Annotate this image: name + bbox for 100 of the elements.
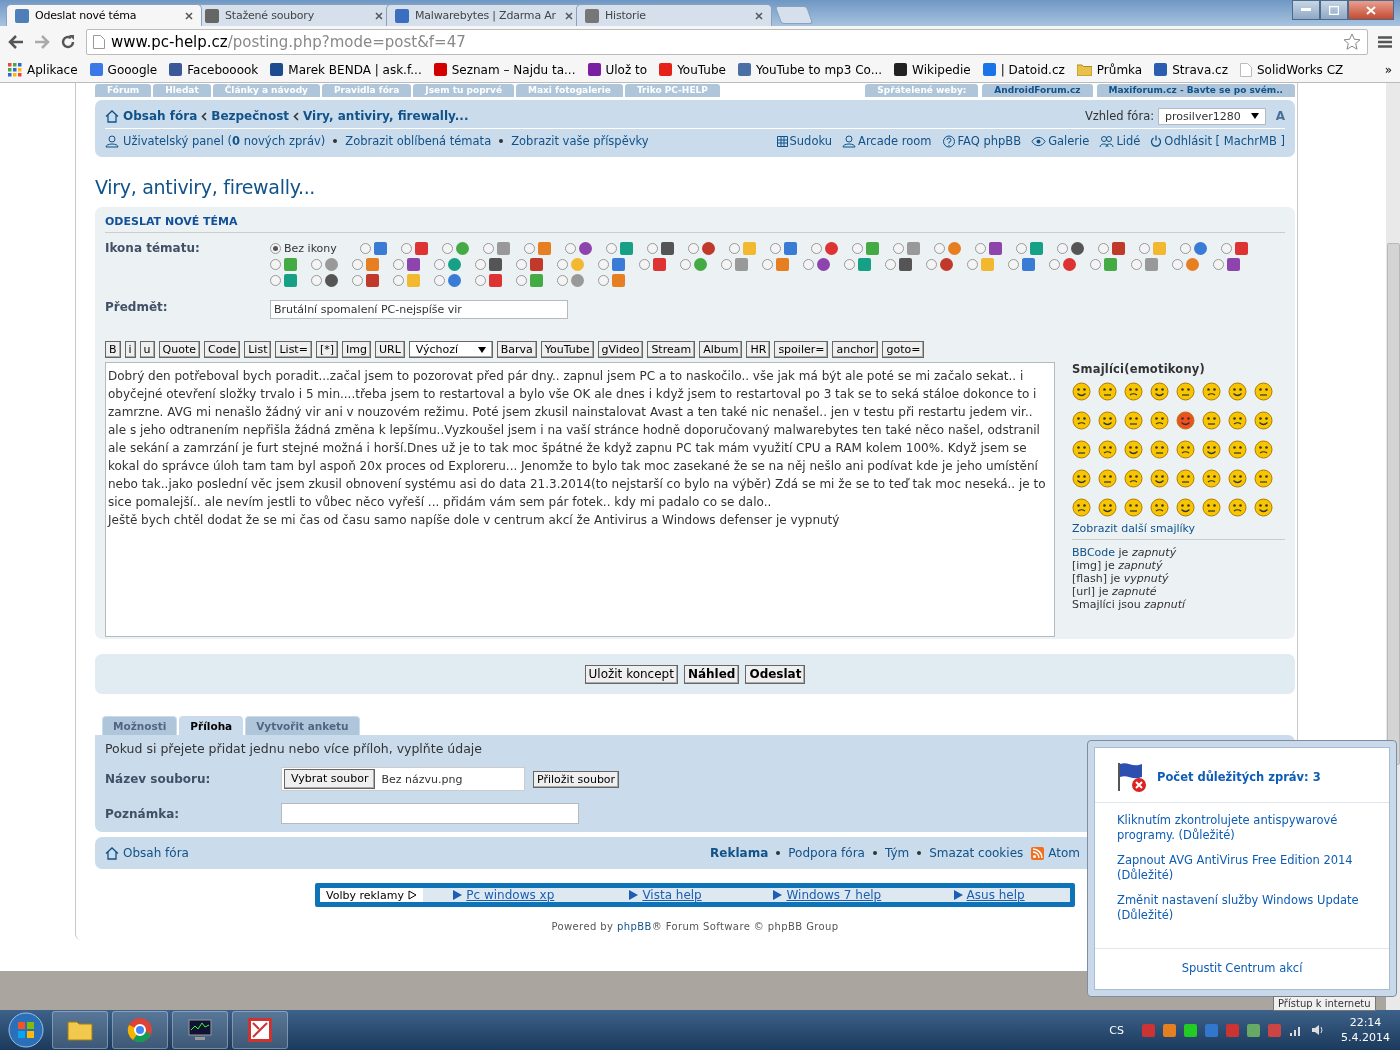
radio-button[interactable] bbox=[311, 259, 322, 270]
radio-button[interactable] bbox=[885, 259, 896, 270]
radio-button[interactable] bbox=[1180, 243, 1191, 254]
topic-emblem-icon[interactable] bbox=[702, 242, 715, 255]
format-button[interactable]: i bbox=[124, 341, 136, 358]
notification-link[interactable]: Zapnout AVG AntiVirus Free Edition 2014 (Důležité) bbox=[1117, 853, 1367, 883]
smiley-icon[interactable] bbox=[1072, 497, 1091, 517]
radio-button[interactable] bbox=[401, 243, 412, 254]
radio-button[interactable] bbox=[516, 275, 527, 286]
reload-icon[interactable] bbox=[60, 33, 76, 50]
link[interactable]: Tým bbox=[884, 846, 910, 860]
link[interactable]: Obsah fóra bbox=[105, 846, 189, 860]
format-button[interactable]: spoiler= bbox=[774, 341, 829, 358]
smiley-icon[interactable] bbox=[1176, 497, 1195, 517]
bookmark[interactable]: Gooogle bbox=[89, 62, 158, 77]
browser-tab[interactable]: Odeslat nové téma bbox=[6, 4, 202, 26]
radio-button[interactable] bbox=[844, 259, 855, 270]
radio-button[interactable] bbox=[926, 259, 937, 270]
tray-icon[interactable] bbox=[1226, 1023, 1239, 1037]
format-button[interactable]: Barva bbox=[496, 341, 537, 358]
radio-button[interactable] bbox=[270, 259, 281, 270]
smiley-icon[interactable] bbox=[1072, 410, 1091, 430]
format-button[interactable]: u bbox=[139, 341, 155, 358]
radio-button[interactable] bbox=[442, 243, 453, 254]
comment-field[interactable] bbox=[281, 803, 579, 824]
format-button[interactable]: List bbox=[244, 341, 272, 358]
smiley-icon[interactable] bbox=[1202, 468, 1221, 488]
format-button[interactable]: gVideo bbox=[597, 341, 644, 358]
radio-button[interactable] bbox=[557, 259, 568, 270]
smiley-icon[interactable] bbox=[1202, 497, 1221, 517]
smiley-icon[interactable] bbox=[1072, 439, 1091, 459]
ad-link[interactable]: Pc windows xp bbox=[422, 888, 585, 902]
tab[interactable]: Příloha bbox=[179, 716, 244, 735]
clock[interactable]: 22:14 5.4.2014 bbox=[1341, 1015, 1390, 1045]
radio-button[interactable] bbox=[1016, 243, 1027, 254]
smiley-icon[interactable] bbox=[1124, 381, 1143, 401]
bookmark[interactable]: Wikipedie bbox=[894, 62, 971, 77]
minimize-button[interactable] bbox=[1292, 0, 1320, 20]
topic-emblem-icon[interactable] bbox=[899, 258, 912, 271]
more-bookmarks-button[interactable]: » bbox=[1384, 62, 1392, 77]
radio-button[interactable] bbox=[647, 243, 658, 254]
radio-button[interactable] bbox=[1008, 259, 1019, 270]
taskbar-app[interactable] bbox=[52, 1011, 108, 1049]
bookmark[interactable]: Ulož to bbox=[587, 62, 648, 77]
message-field[interactable]: Dobrý den potřeboval bych poradit...začal jsem to pozorovat před pár dny.. zapnul jsem PC a to naskočilo.. vše jak má být ale poté se mi začalo sekat.. i obyčejné otevření složky trvalo i 5 min....třeba jsem to restartoval a bylo vše OK ale dnes i když jsem to restartoval po 3 tak se to seká stáloe dokonce to i zamrzne. AVG mi nenašlo žádný vir ani v nouzovém režimu. Poté jsem zkusil nainstalovat Avast a ten také nic nenašel.. jen v testu při restartu jedem vir.. ale s jeho odtranením nepřišla žádná změna k lepšímu..Vyzkoušel jsem i na vaší stránce hodně doporučovaný malwarebytes ten také něco našel, odstranil ale sekání a zamrzání je furt stejné možná i horší.Dnes už je to tak moc špátné že když zapnu PC tak mám využití CPU a RAM kolem 100%. Když jsem se kokal do správce úloh tam tam byl aspoň 20x proces od Exploreru... Jenomže to bylo tak moc zasekané že se na něj nešlo ani podívat kde je jeho umístění nebo tak..jako poslední věc jsem zkusil obnovení systému asi do data 21.3.2014(to nejstarší co bylo na výběr) Zdá se mi že se to teď tak moc neseká.. je to sice pomalejší.. ale nevím jestli to vůbec něco vyřeší ... přidám vám sem pár fotek.. kdy mi padalo co se dalo.. Ještě bych chtěl dodat že se mi čas od času samo napíše dole v centrum akcí že Antivirus a Windows defenser je vypnutý bbox=[105, 362, 1055, 637]
link[interactable]: Zobrazit vaše příspěvky bbox=[511, 134, 649, 148]
radio-button[interactable] bbox=[311, 275, 322, 286]
radio-button[interactable] bbox=[1213, 259, 1224, 270]
bookmark[interactable]: SolidWorks CZ bbox=[1240, 62, 1344, 77]
action-center-link[interactable]: Spustit Centrum akcí bbox=[1181, 961, 1303, 975]
radio-button[interactable] bbox=[352, 259, 363, 270]
smiley-icon[interactable] bbox=[1098, 410, 1117, 430]
radio-button[interactable] bbox=[516, 259, 527, 270]
topic-emblem-icon[interactable] bbox=[825, 242, 838, 255]
topic-emblem-icon[interactable] bbox=[489, 258, 502, 271]
link[interactable]: Zobrazit oblíbená témata bbox=[345, 134, 492, 148]
format-button[interactable]: B bbox=[105, 341, 121, 358]
notification-link[interactable]: Kliknutím zkontrolujete antispywarové programy. (Důležité) bbox=[1117, 813, 1367, 843]
bookmark[interactable]: Marek BENDA | ask.f... bbox=[270, 62, 422, 77]
close-icon[interactable] bbox=[755, 11, 763, 20]
close-icon[interactable] bbox=[185, 11, 193, 20]
radio-button[interactable] bbox=[1057, 243, 1068, 254]
choose-file-button[interactable]: Vybrat soubor bbox=[284, 769, 376, 789]
link[interactable]: Podpora fóra bbox=[788, 846, 865, 860]
smiley-icon[interactable] bbox=[1124, 439, 1143, 459]
link[interactable]: Galerie bbox=[1031, 134, 1090, 148]
submit-button[interactable]: Náhled bbox=[683, 664, 740, 684]
link[interactable]: Zobrazit další smajlíky bbox=[1072, 520, 1285, 540]
radio-button[interactable] bbox=[598, 275, 609, 286]
smiley-icon[interactable] bbox=[1150, 439, 1169, 459]
signal-icon[interactable] bbox=[1289, 1024, 1303, 1036]
breadcrumb-link[interactable]: Bezpečnost bbox=[211, 109, 289, 123]
radio-button[interactable] bbox=[270, 243, 281, 254]
forward-icon[interactable] bbox=[34, 34, 50, 49]
radio-button[interactable] bbox=[1098, 243, 1109, 254]
submit-button[interactable]: Uložit koncept bbox=[584, 664, 678, 684]
link[interactable]: FAQ phpBB bbox=[941, 134, 1022, 148]
radio-button[interactable] bbox=[270, 275, 281, 286]
topic-emblem-icon[interactable] bbox=[940, 258, 953, 271]
new-tab-button[interactable] bbox=[774, 6, 814, 24]
tray-icon[interactable] bbox=[1142, 1023, 1155, 1037]
notification-link[interactable]: Změnit nastavení služby Windows Update (Důležité) bbox=[1117, 893, 1367, 923]
bookmark[interactable]: YouTube bbox=[659, 62, 726, 77]
topic-emblem-icon[interactable] bbox=[448, 274, 461, 287]
smiley-icon[interactable] bbox=[1254, 497, 1273, 517]
smiley-icon[interactable] bbox=[1150, 497, 1169, 517]
smiley-icon[interactable] bbox=[1150, 410, 1169, 430]
format-button[interactable]: Code bbox=[204, 341, 241, 358]
format-button[interactable]: Quote bbox=[158, 341, 201, 358]
radio-button[interactable] bbox=[852, 243, 863, 254]
topic-emblem-icon[interactable] bbox=[661, 242, 674, 255]
link[interactable]: Reklama bbox=[710, 846, 769, 860]
smiley-icon[interactable] bbox=[1202, 410, 1221, 430]
format-button[interactable]: List= bbox=[275, 341, 312, 358]
smiley-icon[interactable] bbox=[1098, 439, 1117, 459]
radio-button[interactable] bbox=[475, 259, 486, 270]
link[interactable]: Maxiforum.cz - Bavte se po svém.. bbox=[1096, 84, 1295, 97]
topic-emblem-icon[interactable] bbox=[448, 258, 461, 271]
radio-button[interactable] bbox=[475, 275, 486, 286]
smiley-icon[interactable] bbox=[1124, 468, 1143, 488]
